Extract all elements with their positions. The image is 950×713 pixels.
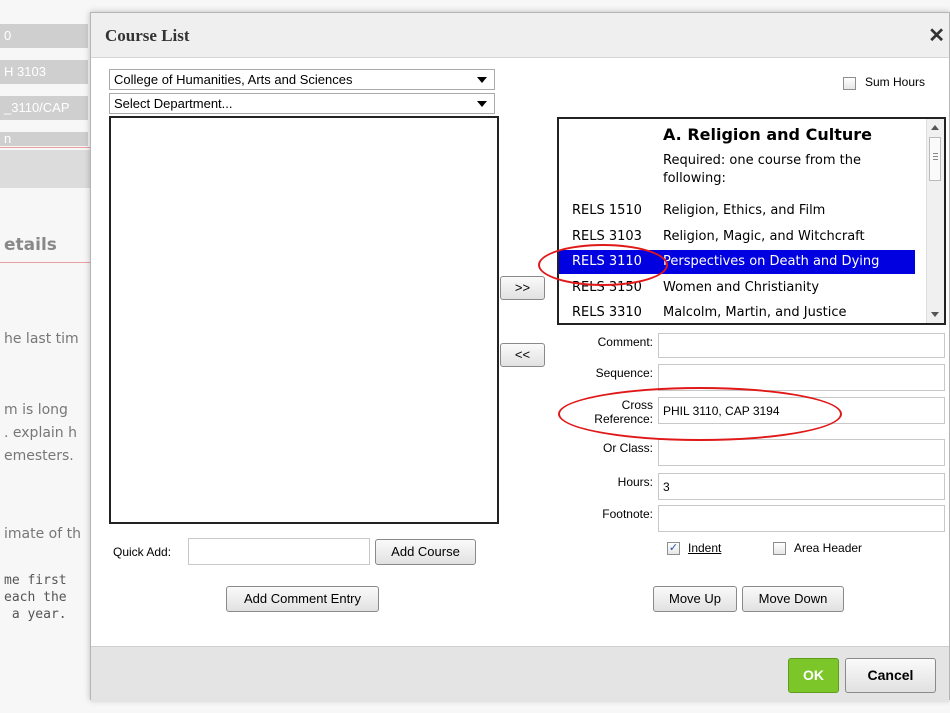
background-text: m is long	[4, 402, 68, 418]
area-header-label: Area Header	[794, 541, 863, 555]
background-text: emesters.	[4, 448, 74, 464]
scroll-down-icon[interactable]	[931, 312, 939, 317]
background-mono-text: each the	[4, 590, 67, 605]
close-icon[interactable]: ✕	[928, 23, 945, 48]
dialog-title: Course List	[105, 26, 190, 45]
scroll-thumb[interactable]	[929, 137, 941, 181]
background-text: . explain h	[4, 425, 77, 441]
dialog-footer: OK Cancel	[91, 646, 949, 702]
selected-courses-panel[interactable]: A. Religion and Culture Required: one co…	[557, 117, 946, 325]
background-field: 0	[0, 24, 88, 48]
annotation-ellipse	[538, 244, 668, 286]
scroll-up-icon[interactable]	[931, 125, 939, 130]
indent-checkbox[interactable]: ✓	[667, 542, 680, 555]
grip-icon	[933, 153, 938, 154]
course-name: Perspectives on Death and Dying	[663, 254, 880, 269]
chevron-down-icon	[477, 101, 487, 107]
background-field: n	[0, 132, 88, 146]
add-comment-entry-button[interactable]: Add Comment Entry	[226, 586, 379, 612]
area-header-checkbox[interactable]	[773, 542, 786, 555]
comment-label: Comment:	[597, 335, 653, 349]
course-name: Religion, Ethics, and Film	[663, 203, 826, 218]
move-down-button[interactable]: Move Down	[742, 586, 844, 612]
footnote-label: Footnote:	[602, 507, 653, 521]
course-row[interactable]: RELS 3310 Malcolm, Martin, and Justice	[559, 301, 915, 323]
background-text: he last tim	[4, 331, 79, 347]
indent-label: Indent	[688, 541, 722, 555]
hours-label: Hours:	[617, 475, 653, 489]
course-row[interactable]: RELS 1510 Religion, Ethics, and Film	[559, 199, 915, 223]
background-text: imate of th	[4, 526, 81, 542]
background-bar	[0, 150, 90, 188]
background-mono-text: me first	[4, 573, 67, 588]
background-mono-text: a year.	[4, 607, 67, 622]
college-select[interactable]: College of Humanities, Arts and Sciences	[109, 69, 495, 90]
sum-hours-label: Sum Hours	[865, 75, 926, 89]
course-name: Religion, Magic, and Witchcraft	[663, 229, 865, 244]
area-heading: A. Religion and Culture	[663, 125, 872, 144]
quick-add-input[interactable]	[188, 538, 370, 565]
course-code: RELS 1510	[572, 203, 642, 218]
department-select[interactable]: Select Department...	[109, 93, 495, 114]
divider	[0, 147, 90, 148]
move-right-button[interactable]: >>	[500, 276, 545, 300]
footnote-input[interactable]	[658, 505, 945, 532]
background-field: H 3103	[0, 60, 88, 84]
sequence-label: Sequence:	[595, 366, 653, 380]
cancel-button[interactable]: Cancel	[845, 658, 936, 693]
or-class-label: Or Class:	[602, 441, 653, 455]
department-select-value: Select Department...	[114, 96, 233, 111]
scrollbar[interactable]	[926, 119, 944, 323]
course-name: Malcolm, Martin, and Justice	[663, 305, 847, 320]
ok-button[interactable]: OK	[788, 658, 839, 693]
add-course-button[interactable]: Add Course	[375, 539, 476, 565]
course-name: Women and Christianity	[663, 280, 820, 295]
chevron-down-icon	[477, 77, 487, 83]
divider	[0, 262, 90, 263]
area-note: following:	[663, 171, 726, 186]
move-up-button[interactable]: Move Up	[653, 586, 737, 612]
background-heading: etails	[4, 235, 57, 255]
course-code: RELS 3310	[572, 305, 642, 320]
background-field: _3110/CAP	[0, 96, 88, 120]
sum-hours-checkbox[interactable]	[843, 77, 856, 90]
area-note: Required: one course from the	[663, 153, 862, 168]
dialog-titlebar: Course List ✕	[91, 13, 949, 58]
move-left-button[interactable]: <<	[500, 343, 545, 367]
hours-input[interactable]	[658, 473, 945, 500]
college-select-value: College of Humanities, Arts and Sciences	[114, 72, 353, 87]
course-list-dialog: Course List ✕ College of Humanities, Art…	[90, 12, 950, 702]
comment-input[interactable]	[658, 333, 945, 358]
available-courses-list[interactable]	[109, 116, 499, 524]
quick-add-label: Quick Add:	[113, 545, 172, 559]
or-class-input[interactable]	[658, 439, 945, 466]
annotation-ellipse	[558, 387, 842, 441]
